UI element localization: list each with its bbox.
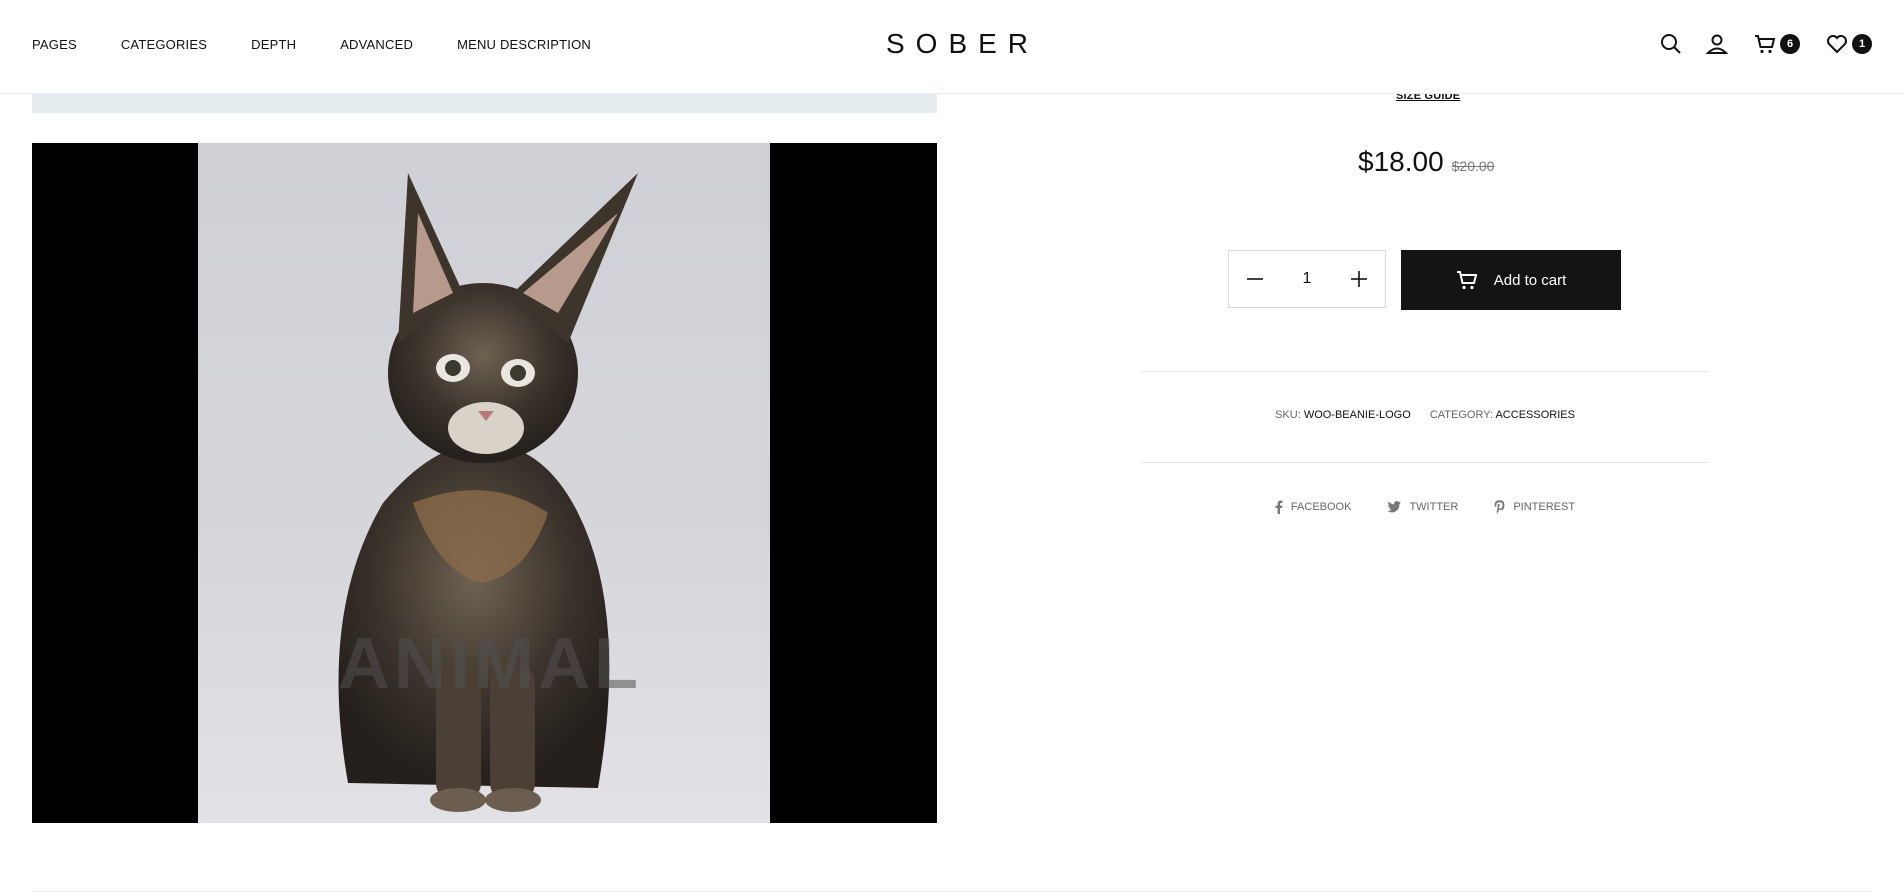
wishlist-count-badge: 1 [1852, 34, 1872, 54]
video-watermark: ANIMAL [338, 624, 642, 704]
share-pinterest[interactable]: PINTEREST [1494, 500, 1575, 514]
nav-item-depth[interactable]: DEPTH [251, 37, 296, 52]
cart-count-badge: 6 [1780, 34, 1800, 54]
share-facebook[interactable]: FACEBOOK [1275, 500, 1352, 514]
gallery-thumbnail-strip [32, 93, 937, 113]
sku-value: WOO-BEANIE-LOGO [1303, 409, 1411, 421]
quantity-input[interactable]: 1 [1287, 270, 1327, 288]
header-icons: 6 1 [1636, 0, 1872, 88]
divider-bottom [1142, 462, 1708, 463]
search-button[interactable] [1660, 33, 1682, 55]
product-video[interactable]: ANIMAL [32, 143, 937, 823]
category-label: CATEGORY: [1429, 409, 1494, 421]
video-frame: ANIMAL [198, 143, 770, 823]
cart-icon [1755, 35, 1776, 54]
nav-item-menu-description[interactable]: MENU DESCRIPTION [457, 37, 591, 52]
share-pinterest-label: PINTEREST [1513, 501, 1576, 513]
site-header: PAGES CATEGORIES DEPTH ADVANCED MENU DES… [0, 0, 1904, 94]
nav-item-advanced[interactable]: ADVANCED [340, 37, 413, 52]
twitter-icon [1387, 501, 1402, 513]
add-to-cart-button[interactable]: Add to cart [1401, 250, 1621, 310]
product-price: $18.00 $20.00 [1358, 146, 1494, 178]
account-button[interactable] [1706, 33, 1728, 55]
price-old: $20.00 [1451, 158, 1495, 174]
minus-icon [1247, 278, 1263, 280]
share-twitter[interactable]: TWITTER [1387, 500, 1458, 514]
share-twitter-label: TWITTER [1409, 501, 1459, 513]
main-nav: PAGES CATEGORIES DEPTH ADVANCED MENU DES… [32, 0, 635, 88]
sku-group: SKU: WOO-BEANIE-LOGO [1275, 409, 1414, 421]
user-icon [1706, 34, 1728, 54]
plus-icon [1351, 271, 1367, 287]
facebook-icon [1275, 500, 1283, 514]
add-to-cart-label: Add to cart [1493, 271, 1567, 289]
share-links: FACEBOOK TWITTER PINTEREST [1142, 500, 1708, 514]
nav-item-categories[interactable]: CATEGORIES [121, 37, 207, 52]
quantity-decrease-button[interactable] [1229, 251, 1281, 307]
nav-item-pages[interactable]: PAGES [32, 37, 77, 52]
heart-icon [1827, 35, 1847, 54]
category-group: CATEGORY: ACCESSORIES [1430, 409, 1575, 421]
divider-top [1142, 371, 1708, 372]
wishlist-button[interactable]: 1 [1826, 33, 1872, 55]
cart-icon [1456, 271, 1477, 290]
quantity-increase-button[interactable] [1333, 251, 1385, 307]
cart-button[interactable]: 6 [1754, 33, 1800, 55]
quantity-stepper: 1 [1228, 250, 1386, 308]
pinterest-icon [1494, 500, 1505, 514]
product-meta: SKU: WOO-BEANIE-LOGO CATEGORY: ACCESSORI… [1142, 409, 1708, 421]
price-current: $18.00 [1358, 146, 1444, 177]
site-logo[interactable]: SOBER [886, 28, 1039, 60]
share-facebook-label: FACEBOOK [1290, 501, 1352, 513]
kitten-image [338, 173, 638, 812]
search-icon [1661, 34, 1681, 54]
category-link[interactable]: ACCESSORIES [1495, 409, 1574, 421]
sku-label: SKU: [1275, 409, 1301, 421]
